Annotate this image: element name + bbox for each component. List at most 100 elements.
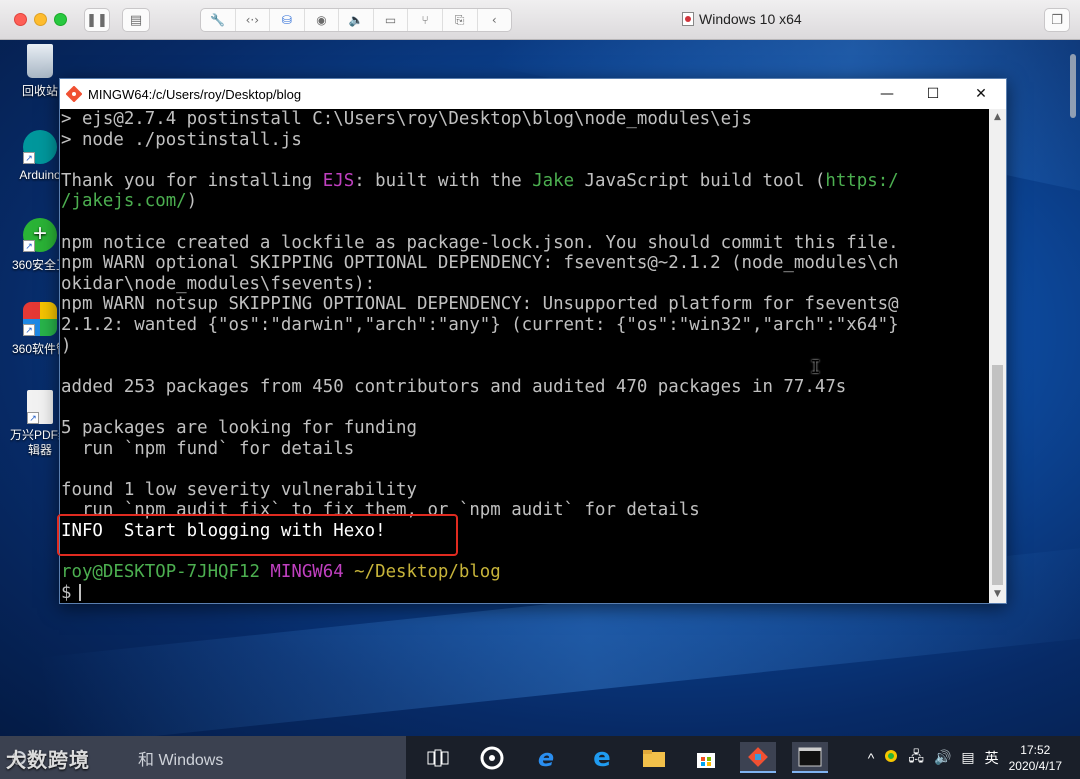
terminal-line: )	[61, 336, 990, 357]
terminal-text: npm WARN optional SKIPPING OPTIONAL DEPE…	[61, 253, 899, 274]
ime-indicator[interactable]: 英	[985, 748, 999, 768]
network-icon[interactable]: 🖧	[908, 746, 924, 770]
vm-title-bar: ❚❚ ▤ 🔧 ‹·› ⛁ ◉ 🔈 ▭ ⑂ ⎘ ‹ Windows 10 x64 …	[0, 0, 1080, 40]
pdf-editor-icon: ↗	[27, 390, 53, 424]
terminal-scrollbar[interactable]: ▲ ▼	[989, 109, 1006, 603]
terminal-line: okidar\node_modules\fsevents):	[61, 274, 990, 295]
chevron-up-icon[interactable]: ^	[868, 750, 875, 766]
terminal-line: found 1 low severity vulnerability	[61, 480, 990, 501]
hard-disk-icon[interactable]: ⛁	[270, 9, 305, 31]
terminal-text: 5 packages are looking for funding	[61, 417, 417, 438]
terminal-line: $	[61, 583, 990, 603]
clock-time: 17:52	[1020, 742, 1051, 757]
internet-explorer-icon[interactable]: e	[528, 742, 564, 773]
terminal-text: npm WARN notsup SKIPPING OPTIONAL DEPEND…	[61, 294, 899, 315]
terminal-text: JavaScript build tool (	[574, 170, 826, 191]
360-browser-icon[interactable]	[474, 742, 510, 773]
system-tray: ^ 🖧 🔊 ▤ 英 17:52 2020/4/17	[868, 736, 1080, 779]
terminal-text: roy@DESKTOP-7JHQF12	[61, 562, 271, 583]
terminal-line: 5 packages are looking for funding	[61, 418, 990, 439]
terminal-line: run `npm fund` for details	[61, 439, 990, 460]
close-window-button[interactable]	[14, 13, 27, 26]
vm-title-text: Windows 10 x64	[699, 11, 802, 27]
recycle-bin-icon	[27, 44, 53, 78]
task-view-icon[interactable]	[420, 742, 456, 773]
coherence-icon[interactable]: ❐	[1044, 8, 1070, 32]
clock-date: 2020/4/17	[1008, 758, 1062, 773]
chevron-left-icon[interactable]: ‹	[478, 9, 512, 31]
camera-icon[interactable]: ◉	[305, 9, 340, 31]
shared-folder-icon[interactable]: ⎘	[443, 9, 478, 31]
terminal-cursor	[79, 583, 82, 601]
terminal-line: npm WARN optional SKIPPING OPTIONAL DEPE…	[61, 253, 990, 274]
edge-icon[interactable]: e	[584, 742, 620, 773]
terminal-title-bar[interactable]: MINGW64:/c/Users/roy/Desktop/blog — ☐ ✕	[60, 79, 1006, 109]
watermark-text: 大数跨境	[6, 750, 90, 772]
sound-icon[interactable]: 🔈	[339, 9, 374, 31]
network-icon[interactable]: ‹·›	[236, 9, 271, 31]
arduino-icon: ↗	[23, 130, 57, 164]
store-icon[interactable]	[688, 742, 724, 773]
video-icon[interactable]: ▭	[374, 9, 409, 31]
text-cursor-icon: I	[810, 357, 821, 378]
terminal-taskbar-icon[interactable]	[792, 742, 828, 773]
shortcut-arrow-icon: ↗	[23, 240, 35, 252]
desktop-icon-label: 回收站	[21, 84, 58, 98]
pause-icon[interactable]: ❚❚	[84, 8, 110, 32]
terminal-text: ~/Desktop/blog	[354, 562, 501, 583]
360-tray-icon[interactable]	[884, 749, 898, 766]
minimize-window-button[interactable]	[34, 13, 47, 26]
terminal-text: MINGW64	[270, 562, 355, 583]
close-icon[interactable]: ✕	[958, 79, 1004, 109]
fullscreen-window-button[interactable]	[54, 13, 67, 26]
terminal-text: )	[61, 335, 72, 356]
terminal-text: EJS	[322, 170, 355, 191]
scroll-down-icon[interactable]: ▼	[989, 586, 1006, 603]
terminal-line: npm WARN notsup SKIPPING OPTIONAL DEPEND…	[61, 294, 990, 315]
vm-title: Windows 10 x64	[682, 11, 802, 27]
minimize-icon[interactable]: —	[864, 79, 910, 109]
scroll-up-icon[interactable]: ▲	[989, 109, 1006, 126]
terminal-text: run `npm fund` for details	[61, 438, 355, 459]
clock[interactable]: 17:52 2020/4/17	[1009, 742, 1062, 774]
terminal-line: added 253 packages from 450 contributors…	[61, 377, 990, 398]
terminal-text: npm notice created a lockfile as package…	[61, 232, 899, 253]
terminal-title: MINGW64:/c/Users/roy/Desktop/blog	[88, 86, 302, 102]
file-explorer-icon[interactable]	[636, 742, 672, 773]
scrollbar-thumb[interactable]	[992, 365, 1003, 585]
desktop-icon-label: Arduino	[19, 168, 61, 182]
terminal-text: 2.1.2: wanted {"os":"darwin","arch":"any…	[61, 314, 899, 335]
terminal-text: )	[186, 191, 198, 212]
terminal-line: > ejs@2.7.4 postinstall C:\Users\roy\Des…	[61, 109, 990, 130]
360-software-icon: ↗	[23, 302, 57, 336]
terminal-text: okidar\node_modules\fsevents):	[61, 273, 376, 294]
terminal-text: https:/	[825, 170, 899, 191]
git-gui-icon[interactable]	[740, 742, 776, 773]
terminal-line: 2.1.2: wanted {"os":"darwin","arch":"any…	[61, 315, 990, 336]
terminal-text: /jakejs.com/	[61, 191, 187, 212]
terminal-text: Jake	[532, 170, 575, 191]
hexo-start-highlight	[57, 514, 458, 556]
terminal-text: found 1 low severity vulnerability	[61, 479, 417, 500]
terminal-line: > node ./postinstall.js	[61, 130, 990, 151]
vm-scrollbar[interactable]	[1070, 54, 1076, 118]
terminal-line: /jakejs.com/)	[61, 191, 990, 212]
vm-config-icon[interactable]: ▤	[122, 8, 150, 32]
shortcut-arrow-icon: ↗	[23, 152, 35, 164]
terminal-text: Thank you for installing	[61, 170, 323, 191]
volume-icon[interactable]: 🔊	[934, 749, 951, 766]
usb-icon[interactable]: ⑂	[408, 9, 443, 31]
notification-icon[interactable]: ▤	[961, 749, 974, 766]
maximize-icon[interactable]: ☐	[910, 79, 956, 109]
windows-taskbar: 和 Windows e e ^ 🖧 🔊 ▤ 英 17:52 2020/4/17	[0, 736, 1080, 779]
wrench-icon[interactable]: 🔧	[201, 9, 236, 31]
terminal-text: $	[61, 582, 72, 603]
terminal-line: roy@DESKTOP-7JHQF12 MINGW64 ~/Desktop/bl…	[61, 562, 990, 583]
shortcut-arrow-icon: ↗	[23, 324, 35, 336]
vm-devices-toolbar: 🔧 ‹·› ⛁ ◉ 🔈 ▭ ⑂ ⎘ ‹	[200, 8, 512, 32]
